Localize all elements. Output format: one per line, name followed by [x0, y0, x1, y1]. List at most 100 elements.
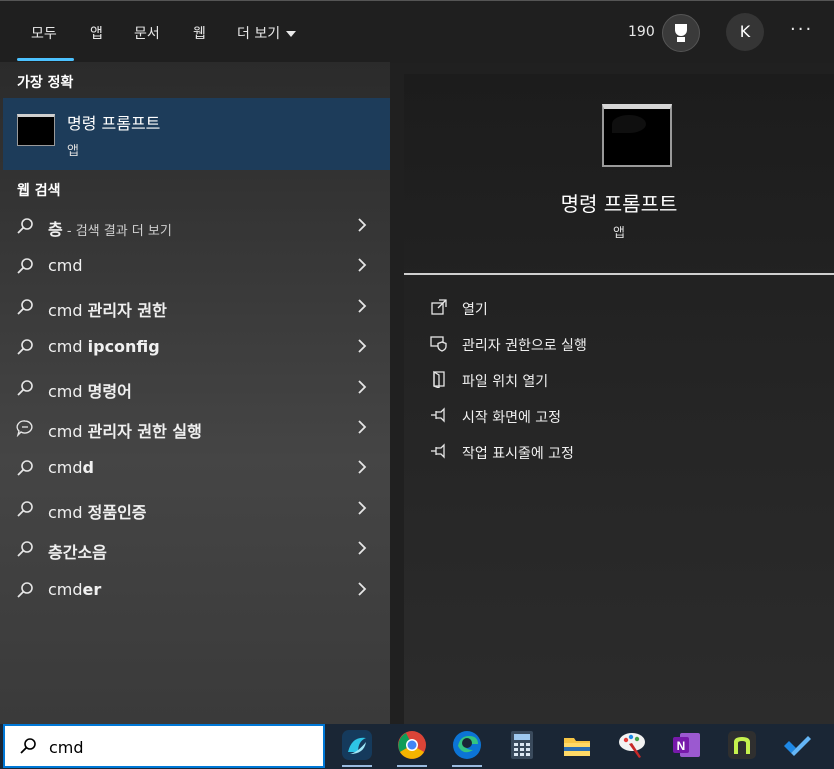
- result-suggestion: 층간소음: [48, 543, 107, 563]
- search-input[interactable]: [47, 734, 311, 760]
- result-query: cmd: [48, 256, 83, 276]
- web-search-header: 웹 검색: [17, 183, 61, 199]
- chevron-right-icon[interactable]: [355, 218, 369, 232]
- chevron-right-icon[interactable]: [355, 501, 369, 515]
- search-top-bar: 모두 앱 문서 웹 더 보기 190 K ···: [0, 0, 834, 63]
- web-result-item[interactable]: cmd 관리자 권한: [0, 287, 390, 327]
- tab-apps[interactable]: 앱: [90, 23, 103, 43]
- web-result-label: cmd 정품인증: [48, 499, 147, 523]
- rewards-trophy-icon[interactable]: [662, 14, 700, 52]
- taskbar-search-box[interactable]: [3, 724, 325, 768]
- web-result-label: cmd 명령어: [48, 378, 132, 402]
- edge-icon[interactable]: [452, 730, 482, 760]
- result-suggestion: d: [82, 458, 94, 478]
- web-result-item[interactable]: cmd: [0, 246, 390, 286]
- best-match-subtitle: 앱: [67, 144, 79, 159]
- folder-icon: [433, 370, 445, 388]
- search-icon: [17, 500, 33, 517]
- preview-action-label: 열기: [462, 302, 488, 318]
- preview-action[interactable]: 열기: [430, 296, 810, 320]
- result-suggestion: 정품인증: [87, 502, 147, 522]
- avatar[interactable]: K: [726, 13, 764, 51]
- preview-action[interactable]: 시작 화면에 고정: [430, 404, 810, 428]
- preview-action[interactable]: 작업 표시줄에 고정: [430, 440, 810, 464]
- result-suggestion: er: [82, 579, 102, 599]
- result-suggestion: 관리자 권한: [87, 300, 167, 320]
- preview-action[interactable]: 관리자 권한으로 실행: [430, 332, 810, 356]
- result-suffix: - 검색 결과 더 보기: [62, 224, 172, 239]
- result-suggestion: 명령어: [87, 381, 132, 401]
- result-query: cmd: [48, 458, 83, 478]
- paint-icon[interactable]: [617, 730, 647, 760]
- shield-icon: [430, 336, 447, 352]
- result-suggestion: 층: [48, 220, 63, 239]
- file-explorer-icon[interactable]: [562, 730, 592, 760]
- search-icon: [17, 379, 33, 396]
- open-icon: [431, 299, 447, 315]
- notion-like-icon[interactable]: [727, 730, 757, 760]
- preview-action[interactable]: 파일 위치 열기: [430, 368, 810, 392]
- best-match-title: 명령 프롬프트: [67, 114, 161, 133]
- taskbar: N: [0, 724, 834, 769]
- chevron-right-icon[interactable]: [355, 420, 369, 434]
- tab-more-label: 더 보기: [237, 26, 281, 42]
- preview-action-label: 관리자 권한으로 실행: [462, 338, 587, 354]
- chevron-right-icon[interactable]: [355, 541, 369, 555]
- tab-web[interactable]: 웹: [193, 23, 206, 43]
- web-result-label: cmd ipconfig: [48, 337, 160, 356]
- results-pane: 가장 정확 명령 프롬프트 앱 웹 검색 층 - 검색 결과 더 보기 cmd cm…: [0, 62, 390, 724]
- best-match-header: 가장 정확: [17, 75, 74, 91]
- result-query: cmd: [48, 337, 88, 357]
- pin-icon: [431, 443, 445, 459]
- todo-icon[interactable]: [782, 730, 812, 760]
- tab-more[interactable]: 더 보기: [237, 23, 297, 43]
- tab-documents[interactable]: 문서: [134, 23, 160, 43]
- search-icon: [17, 339, 33, 355]
- result-query: cmd: [48, 579, 83, 599]
- chrome-icon[interactable]: [397, 730, 427, 760]
- chevron-right-icon[interactable]: [355, 339, 369, 353]
- app-icon[interactable]: [342, 730, 372, 760]
- tab-all[interactable]: 모두: [31, 23, 57, 43]
- divider: [404, 273, 834, 275]
- web-result-label: cmd: [48, 256, 83, 275]
- chevron-right-icon[interactable]: [355, 460, 369, 475]
- pin-icon: [431, 407, 445, 423]
- more-options-icon[interactable]: ···: [790, 19, 813, 40]
- web-result-item[interactable]: cmd 명령어: [0, 368, 390, 408]
- result-suggestion: 관리자 권한 실행: [87, 422, 202, 441]
- search-icon: [17, 218, 33, 234]
- chevron-down-icon: [286, 31, 297, 37]
- web-result-item[interactable]: 층 - 검색 결과 더 보기: [0, 206, 390, 246]
- calculator-icon[interactable]: [507, 730, 537, 760]
- search-icon: [17, 298, 33, 315]
- active-tab-indicator: [17, 58, 74, 61]
- best-match-item[interactable]: 명령 프롬프트 앱: [3, 98, 390, 170]
- onenote-icon[interactable]: N: [672, 730, 702, 760]
- web-result-item[interactable]: 층간소음: [0, 529, 390, 569]
- preview-action-label: 작업 표시줄에 고정: [462, 446, 574, 462]
- web-result-item[interactable]: cmd 관리자 권한 실행: [0, 408, 390, 448]
- rewards-points: 190: [628, 24, 655, 40]
- web-result-label: cmd 관리자 권한 실행: [48, 418, 202, 442]
- chevron-right-icon[interactable]: [355, 258, 369, 273]
- preview-action-label: 파일 위치 열기: [462, 374, 549, 390]
- web-result-item[interactable]: cmd 정품인증: [0, 489, 390, 529]
- search-icon: [20, 738, 36, 754]
- web-result-item[interactable]: cmdd: [0, 448, 390, 488]
- chat-icon: [16, 420, 33, 437]
- web-result-label: 층간소음: [48, 539, 107, 563]
- chevron-right-icon[interactable]: [355, 299, 369, 313]
- chevron-right-icon[interactable]: [355, 581, 369, 596]
- search-icon: [17, 541, 33, 557]
- command-prompt-icon: [602, 104, 672, 167]
- result-suggestion: ipconfig: [87, 337, 160, 357]
- web-result-item[interactable]: cmder: [0, 570, 390, 610]
- web-result-label: cmdd: [48, 458, 94, 477]
- svg-text:N: N: [677, 739, 686, 753]
- preview-title: 명령 프롬프트: [560, 192, 678, 216]
- web-result-item[interactable]: cmd ipconfig: [0, 327, 390, 367]
- preview-pane: 명령 프롬프트 앱 열기 관리자 권한으로 실행 파일 위치 열기 시작 화면에 고정…: [404, 74, 834, 724]
- command-prompt-icon: [17, 114, 55, 146]
- chevron-right-icon[interactable]: [355, 379, 369, 394]
